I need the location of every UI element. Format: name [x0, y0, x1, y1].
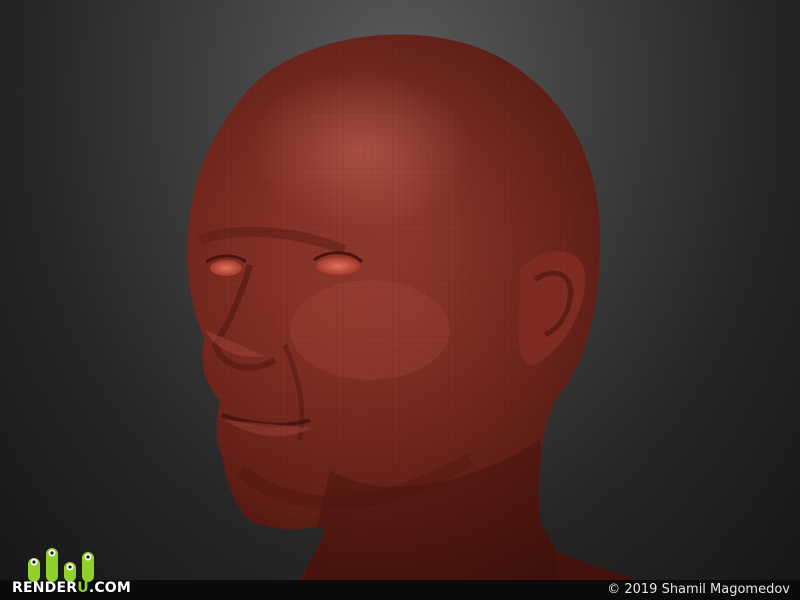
sculpted-head-render: [187, 34, 640, 580]
logo-wordmark: RENDERU.COM: [12, 580, 131, 596]
logo-accent: U: [77, 580, 89, 596]
renderu-logo[interactable]: RENDERU.COM: [12, 544, 131, 600]
logo-prefix: RENDER: [12, 580, 78, 596]
mascot-icon: [28, 548, 94, 582]
copyright-text: © 2019 Shamil Magomedov: [607, 582, 790, 597]
logo-suffix: .COM: [88, 580, 132, 596]
render-canvas: RENDERU.COM © 2019 Shamil Magomedov: [0, 0, 800, 600]
